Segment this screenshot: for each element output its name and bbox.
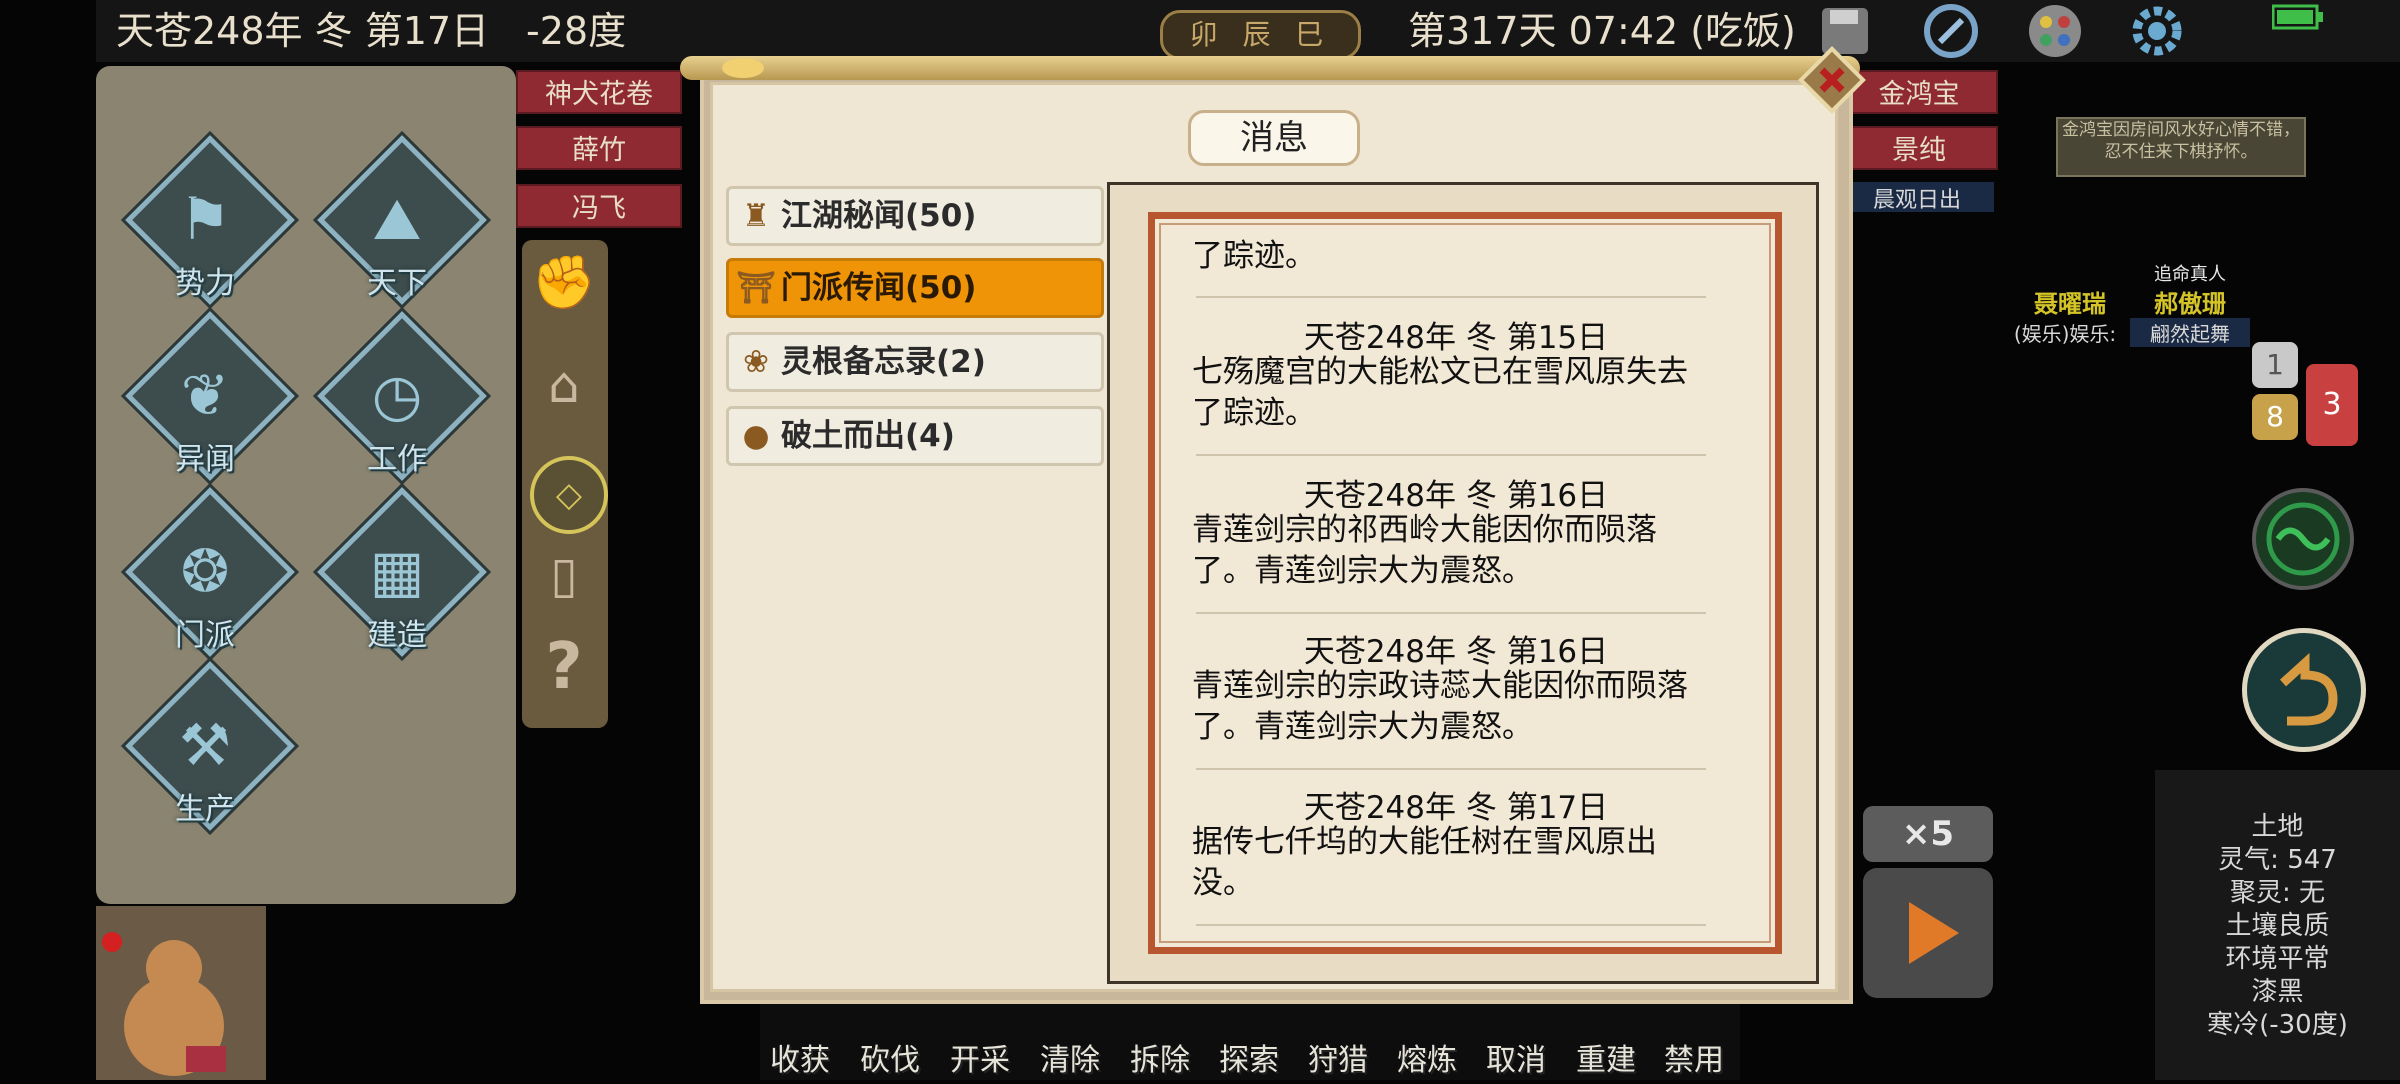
character-tag[interactable]: 冯飞 <box>516 184 682 228</box>
settings-gear-icon[interactable] <box>2126 0 2188 62</box>
dialog-top-rod <box>680 56 1860 80</box>
battery-icon <box>2271 4 2324 30</box>
tile-info-line: 灵气: 547 <box>2218 845 2337 875</box>
npc-activity: (娱乐)娱乐: <box>2013 322 2117 346</box>
tab-label: 破土而出(4) <box>781 418 955 454</box>
tab-emerge[interactable]: ● 破土而出(4) <box>726 406 1104 466</box>
help-icon[interactable]: ? <box>528 630 600 710</box>
flag-icon: ⚑ <box>179 185 231 253</box>
tile-info-line: 土地 <box>2251 812 2304 842</box>
helmet-icon: ♜ <box>742 198 770 234</box>
snail-shell-icon: ❂ <box>180 537 230 605</box>
message-body: 青莲剑宗的祁西岭大能因你而陨落了。青莲剑宗大为震怒。 <box>1192 512 1657 589</box>
character-tag[interactable]: 薛竹 <box>516 126 682 170</box>
action-cancel[interactable]: 取消 <box>1486 1035 1546 1079</box>
temple-icon: ⛩ <box>736 270 776 306</box>
character-tag[interactable]: 神犬花卷 <box>516 70 682 114</box>
menu-label: 势力 <box>175 266 235 301</box>
scroll-icon[interactable]: ▯ <box>528 546 600 618</box>
action-rebuild[interactable]: 重建 <box>1576 1035 1636 1079</box>
action-clear[interactable]: 清除 <box>1040 1035 1100 1079</box>
tile-info-line: 土壤良质 <box>2225 911 2330 941</box>
game-date: 天苍248年 冬 第17日 <box>116 9 490 53</box>
coin-icon[interactable]: ◇ <box>530 456 608 534</box>
npc-activity-right: 翩然起舞 <box>2130 318 2250 347</box>
character-status: 晨观日出 <box>1840 182 1994 213</box>
tab-jianghu[interactable]: ♜ 江湖秘闻(50) <box>726 186 1104 246</box>
compass-icon[interactable] <box>1920 0 1982 62</box>
menu-label: 天下 <box>367 266 427 301</box>
clock-icon: ◷ <box>371 361 423 429</box>
tab-label: 江湖秘闻(50) <box>781 198 977 234</box>
menu-label: 门派 <box>175 618 235 653</box>
action-harvest[interactable]: 收获 <box>770 1035 830 1079</box>
message-divider <box>1196 612 1706 614</box>
menu-label: 工作 <box>367 442 427 477</box>
npc-name[interactable]: 郝傲珊 <box>2130 284 2250 319</box>
lotus-icon: ❀ <box>743 344 769 380</box>
message-date: 天苍248年 冬 第16日 <box>1303 634 1609 670</box>
message-divider <box>1196 768 1706 770</box>
action-disable[interactable]: 禁用 <box>1664 1035 1724 1079</box>
day-time: 第317天 07:42 (吃饭) <box>1408 9 1796 53</box>
message-body: 了踪迹。 <box>1192 238 1316 274</box>
message-divider <box>1196 454 1706 456</box>
tab-sect-rumors[interactable]: ⛩ 门派传闻(50) <box>726 258 1104 318</box>
tile-info-panel: 土地 灵气: 547 聚灵: 无 土壤良质 环境平常 漆黑 寒冷(-30度) <box>2155 770 2400 1080</box>
hammer-icon: ⚒ <box>179 711 231 779</box>
message-body: 据传七仟坞的大能任树在雪风原出没。 <box>1192 824 1657 901</box>
action-demolish[interactable]: 拆除 <box>1130 1035 1190 1079</box>
menu-label: 异闻 <box>175 442 235 477</box>
notification-toast: 金鸿宝因房间风水好心情不错，忍不住来下棋抒怀。 <box>2056 117 2306 177</box>
dialog-title: 消息 <box>1188 110 1360 166</box>
tab-spirit-root[interactable]: ❀ 灵根备忘录(2) <box>726 332 1104 392</box>
back-icon[interactable] <box>2242 628 2366 752</box>
fist-icon[interactable]: ✊ <box>528 252 600 332</box>
message-divider <box>1196 296 1706 298</box>
action-hunt[interactable]: 狩猎 <box>1308 1035 1368 1079</box>
world-map-icon: ⛰ <box>372 185 422 253</box>
rod-knob <box>722 58 764 78</box>
message-date: 天苍248年 冬 第16日 <box>1303 478 1609 514</box>
rock-icon: ● <box>742 418 770 454</box>
action-chop[interactable]: 砍伐 <box>860 1035 920 1079</box>
badge-red[interactable]: 3 <box>2306 364 2358 446</box>
building-icon: ▦ <box>369 537 425 605</box>
tile-info-line: 漆黑 <box>2251 977 2304 1007</box>
menu-label: 生产 <box>175 792 235 827</box>
npc-title: 追命真人 <box>2154 264 2226 285</box>
badge-gray[interactable]: 1 <box>2252 342 2298 388</box>
gourd-avatar[interactable] <box>96 906 266 1080</box>
action-explore[interactable]: 探索 <box>1219 1035 1279 1079</box>
menu-label: 建造 <box>367 618 427 653</box>
close-button[interactable] <box>1796 44 1868 116</box>
play-button[interactable] <box>1863 868 1993 998</box>
butterfly-icon: ❦ <box>180 361 230 429</box>
message-body: 七殇魔宫的大能松文已在雪风原失去了踪迹。 <box>1192 354 1688 431</box>
swirl-icon[interactable] <box>2252 488 2354 590</box>
building-small-icon[interactable]: ⌂ <box>528 356 600 436</box>
badge-gold[interactable]: 8 <box>2252 394 2298 440</box>
tile-info-line: 寒冷(-30度) <box>2207 1010 2348 1040</box>
tile-info-line: 聚灵: 无 <box>2229 878 2326 908</box>
temperature: -28度 <box>526 9 627 53</box>
message-date: 天苍248年 冬 第15日 <box>1303 320 1609 356</box>
time-slot-badge: 卯 辰 巳 <box>1160 10 1361 60</box>
tile-info-line: 环境平常 <box>2225 944 2330 974</box>
tab-label: 灵根备忘录(2) <box>781 344 986 380</box>
action-smelt[interactable]: 熔炼 <box>1397 1035 1457 1079</box>
npc-name[interactable]: 聂曜瑞 <box>2010 284 2130 319</box>
tab-label: 门派传闻(50) <box>781 270 977 306</box>
action-mine[interactable]: 开采 <box>950 1035 1010 1079</box>
message-divider <box>1196 924 1706 926</box>
palette-icon[interactable] <box>2024 0 2086 62</box>
speed-multiplier-button[interactable]: ×5 <box>1863 806 1993 862</box>
message-body: 青莲剑宗的宗政诗蕊大能因你而陨落了。青莲剑宗大为震怒。 <box>1192 668 1688 745</box>
message-date: 天苍248年 冬 第17日 <box>1303 790 1609 826</box>
character-tag[interactable]: 景纯 <box>1840 126 1998 170</box>
